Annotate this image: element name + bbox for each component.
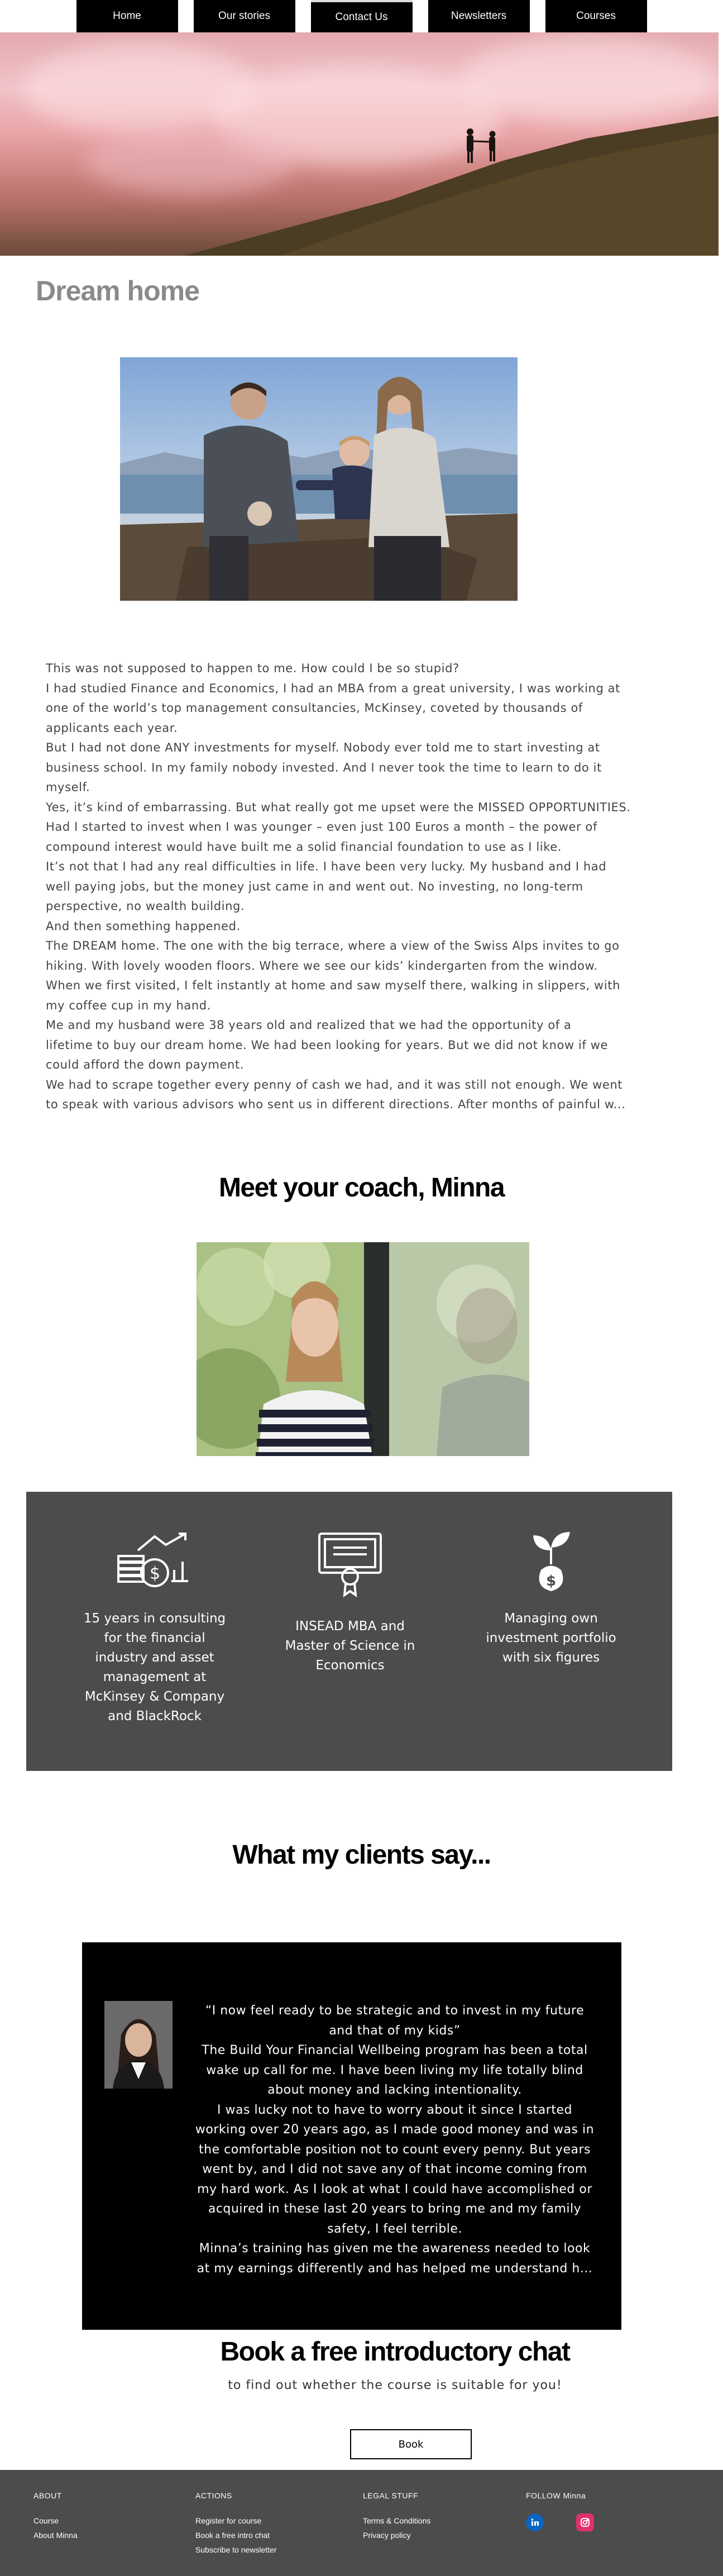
- book-button[interactable]: Book: [350, 2429, 472, 2459]
- story-line: It’s not that I had any real difficultie…: [46, 860, 607, 873]
- footer-link-course[interactable]: Course: [33, 2513, 78, 2528]
- quote-line: about money and lacking intentionality.: [267, 2083, 522, 2097]
- credential-line: investment portfolio: [486, 1631, 616, 1645]
- story-line: And then something happened.: [46, 919, 241, 933]
- money-growth-icon: $: [117, 1533, 188, 1587]
- footer-about: ABOUT Course About Minna: [33, 2491, 78, 2543]
- story-line: The DREAM home. The one with the big ter…: [46, 939, 620, 952]
- hill-silhouette: [184, 116, 719, 256]
- credential-portfolio: $ Managing own investment portfolio with…: [467, 1531, 635, 1668]
- quote-line: wake up call for me. I have been living …: [206, 2063, 583, 2077]
- linkedin-icon[interactable]: [526, 2513, 544, 2531]
- credential-line: industry and asset: [95, 1650, 214, 1665]
- nav-home[interactable]: Home: [76, 0, 178, 32]
- footer-link-register[interactable]: Register for course: [195, 2513, 277, 2528]
- testimonial-card: “I now feel ready to be strategic and to…: [82, 1942, 621, 2330]
- story-line: one of the world’s top management consul…: [46, 701, 583, 715]
- story-line: my coffee cup in my hand.: [46, 998, 211, 1012]
- footer-heading: ABOUT: [33, 2491, 62, 2500]
- section-title-dream-home: Dream home: [36, 275, 200, 307]
- footer-link-newsletter[interactable]: Subscribe to newsletter: [195, 2543, 277, 2557]
- svg-text:$: $: [150, 1564, 160, 1583]
- footer-legal: LEGAL STUFF Terms & Conditions Privacy p…: [363, 2491, 430, 2543]
- footer-follow: FOLLOW Minna: [526, 2491, 594, 2531]
- footer-actions: ACTIONS Register for course Book a free …: [195, 2491, 277, 2557]
- story-line: perspective, no wealth building.: [46, 899, 245, 913]
- hero-image: [0, 32, 719, 256]
- story-line: business school. In my family nobody inv…: [46, 760, 602, 774]
- story-line: compound interest would have built me a …: [46, 840, 562, 854]
- quote-line: safety, I feel terrible.: [327, 2221, 462, 2236]
- coach-portrait: [197, 1242, 529, 1456]
- instagram-icon[interactable]: [576, 2513, 594, 2531]
- story-line: We had to scrape together every penny of…: [46, 1078, 623, 1091]
- credential-line: Managing own: [504, 1611, 598, 1626]
- credential-education: INSEAD MBA and Master of Science in Econ…: [266, 1531, 434, 1675]
- nav-contact-us[interactable]: Contact Us: [310, 0, 413, 32]
- testimonial-quote: “I now feel ready to be strategic and to…: [188, 2001, 601, 2278]
- story-line: But I had not done ANY investments for m…: [46, 741, 600, 754]
- footer-heading: FOLLOW Minna: [526, 2491, 586, 2500]
- credential-line: and BlackRock: [108, 1709, 202, 1723]
- credential-line: Master of Science in: [285, 1639, 415, 1653]
- quote-line: The Build Your Financial Wellbeing progr…: [202, 2043, 588, 2057]
- footer-heading: ACTIONS: [195, 2491, 232, 2500]
- footer-link-about-minna[interactable]: About Minna: [33, 2528, 78, 2543]
- money-plant-icon: $: [533, 1532, 570, 1591]
- nav-newsletters[interactable]: Newsletters: [428, 0, 530, 32]
- top-navigation: Home Our stories Contact Us Newsletters …: [0, 0, 723, 32]
- section-title-clients: What my clients say...: [232, 1840, 491, 1870]
- story-line: This was not supposed to happen to me. H…: [46, 662, 459, 675]
- quote-line: Minna’s training has given me the awaren…: [199, 2242, 591, 2256]
- story-line: to speak with various advisors who sent …: [46, 1098, 626, 1111]
- quote-line: I was lucky not to have to worry about i…: [217, 2103, 572, 2117]
- footer: ABOUT Course About Minna ACTIONS Registe…: [0, 2470, 723, 2576]
- story-line: well paying jobs, but the money just cam…: [46, 879, 583, 893]
- certificate-icon: [318, 1533, 382, 1598]
- story-line: hiking. With lovely wooden floors. Where…: [46, 959, 598, 973]
- nav-courses[interactable]: Courses: [545, 0, 647, 32]
- quote-line: went by, and I did not save any of that …: [202, 2162, 587, 2176]
- family-photo: [120, 357, 518, 601]
- quote-line: the comfortable position not to count ev…: [199, 2142, 591, 2157]
- credential-line: for the financial: [104, 1631, 205, 1645]
- quote-line: “I now feel ready to be strategic and to…: [205, 2004, 585, 2018]
- footer-link-intro-chat[interactable]: Book a free intro chat: [195, 2528, 277, 2543]
- book-chat-subtitle: to find out whether the course is suitab…: [228, 2378, 562, 2392]
- story-line: could afford the down payment.: [46, 1058, 245, 1071]
- section-title-meet-coach: Meet your coach, Minna: [218, 1173, 505, 1203]
- credential-line: Economics: [315, 1658, 385, 1673]
- story-line: Me and my husband were 38 years old and …: [46, 1018, 572, 1032]
- story-line: lifetime to buy our dream home. We had b…: [46, 1038, 608, 1052]
- quote-line: at my earnings differently and has helpe…: [197, 2261, 593, 2276]
- footer-link-privacy[interactable]: Privacy policy: [363, 2528, 430, 2543]
- credential-line: INSEAD MBA and: [295, 1619, 405, 1634]
- credential-line: McKinsey & Company: [84, 1689, 225, 1704]
- credential-line: management at: [103, 1670, 207, 1684]
- story-text: This was not supposed to happen to me. H…: [46, 659, 671, 1115]
- section-title-book-chat: Book a free introductory chat: [220, 2337, 571, 2367]
- client-avatar: [104, 2001, 173, 2089]
- credential-line: 15 years in consulting: [83, 1611, 226, 1626]
- quote-line: acquired in these last 20 years to bring…: [208, 2202, 582, 2216]
- nav-our-stories[interactable]: Our stories: [193, 0, 295, 32]
- story-line: Yes, it’s kind of embarrassing. But what…: [46, 800, 631, 814]
- quote-line: my hard work. As I look at what I could …: [197, 2182, 592, 2196]
- quote-line: working over 20 years ago, as I made goo…: [195, 2123, 595, 2137]
- credentials-panel: $ 15 years in consulting for the financi…: [26, 1492, 672, 1771]
- credential-line: with six figures: [502, 1650, 600, 1665]
- credential-consulting: $ 15 years in consulting for the financi…: [71, 1531, 238, 1726]
- footer-link-terms[interactable]: Terms & Conditions: [363, 2513, 430, 2528]
- svg-text:$: $: [546, 1573, 556, 1589]
- story-line: Had I started to invest when I was young…: [46, 820, 597, 834]
- story-line: applicants each year.: [46, 721, 178, 735]
- story-line: myself.: [46, 781, 90, 794]
- story-line: I had studied Finance and Economics, I h…: [46, 681, 620, 695]
- footer-heading: LEGAL STUFF: [363, 2491, 419, 2500]
- story-line: When we first visited, I felt instantly …: [46, 979, 620, 992]
- quote-line: and that of my kids”: [329, 2023, 461, 2038]
